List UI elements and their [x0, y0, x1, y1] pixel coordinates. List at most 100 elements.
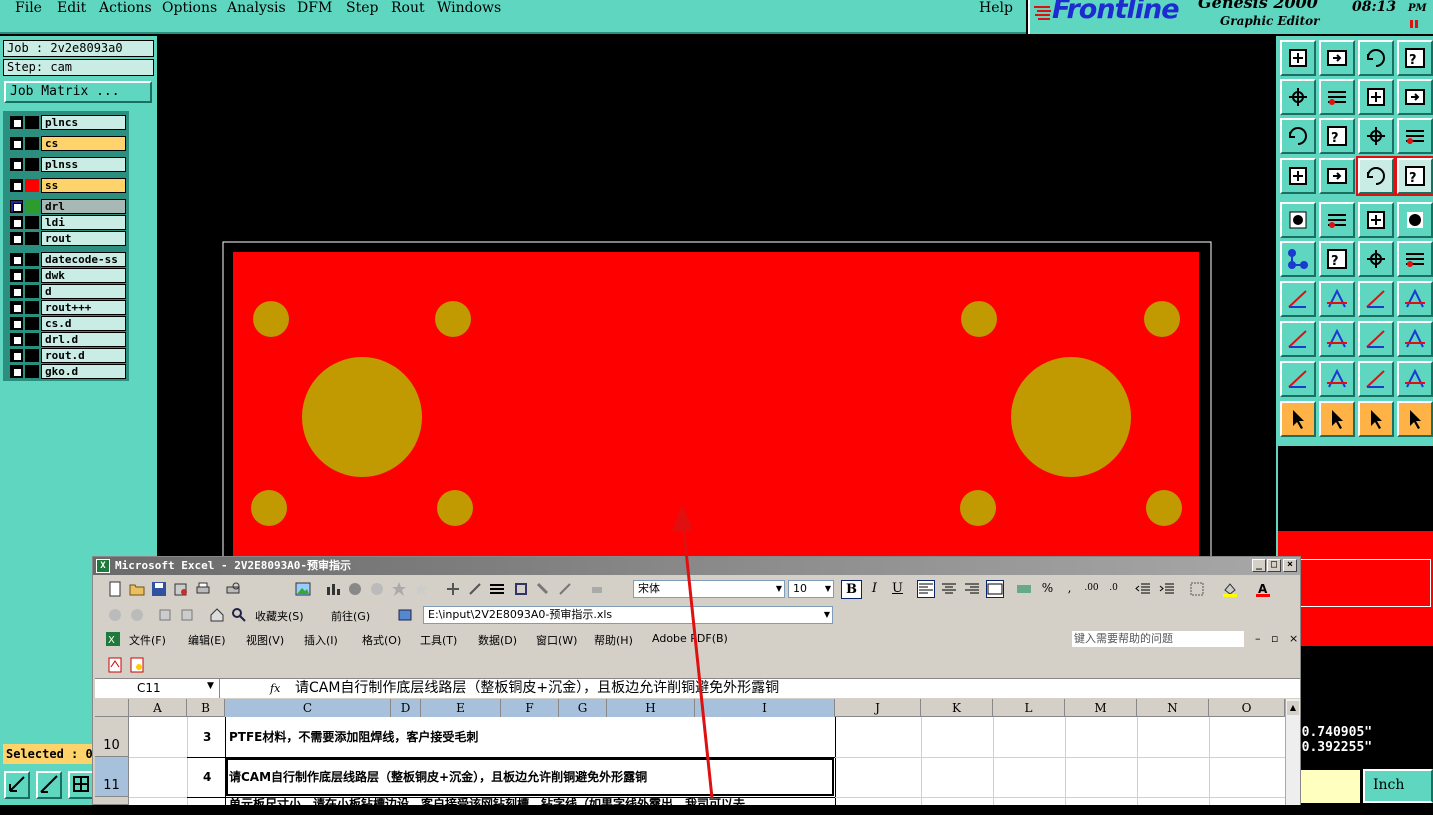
- comma-button[interactable]: ,: [1059, 580, 1080, 599]
- favorites-menu[interactable]: 收藏夹(S): [255, 608, 304, 624]
- increase-decimal-button[interactable]: .00: [1081, 580, 1102, 599]
- move-two-button[interactable]: [1280, 321, 1316, 357]
- crosshair-icon[interactable]: [445, 581, 461, 597]
- layer-plnss[interactable]: plnss: [8, 157, 126, 172]
- layer-checkbox[interactable]: [10, 158, 23, 171]
- grid-button[interactable]: [1319, 158, 1355, 194]
- xl-menu-format[interactable]: 格式(O): [362, 632, 401, 648]
- burst-icon[interactable]: [413, 581, 429, 597]
- layer-checkbox[interactable]: [10, 333, 23, 346]
- select-pad-button[interactable]: [1280, 202, 1316, 238]
- restore-button[interactable]: □: [1267, 559, 1281, 572]
- align-center-icon[interactable]: [941, 581, 957, 597]
- resize-icon[interactable]: [513, 581, 529, 597]
- col-header-e[interactable]: E: [421, 699, 501, 717]
- pencil-icon[interactable]: [557, 581, 573, 597]
- save-icon[interactable]: [151, 581, 167, 597]
- align-right-icon[interactable]: [964, 581, 980, 597]
- decrease-decimal-button[interactable]: .0: [1103, 580, 1124, 599]
- pointer-net-button[interactable]: [1397, 401, 1433, 437]
- ruler-button[interactable]: [1358, 202, 1394, 238]
- doc-minimize-button[interactable]: –: [1255, 632, 1261, 645]
- tri-line-button[interactable]: [1397, 361, 1433, 397]
- pdf-mail-icon[interactable]: [129, 657, 145, 673]
- layer-drl[interactable]: drl: [8, 199, 126, 214]
- minimize-button[interactable]: _: [1252, 559, 1266, 572]
- col-header-i[interactable]: I: [695, 699, 835, 717]
- grid-tool-button[interactable]: [68, 771, 94, 799]
- name-box[interactable]: C11: [95, 679, 220, 698]
- fit-all-button[interactable]: ?: [1319, 118, 1355, 154]
- row-header-10[interactable]: 10: [95, 717, 129, 757]
- address-field[interactable]: E:\input\2V2E8093A0-预审指示.xls ▼: [423, 606, 833, 624]
- net-blue-button[interactable]: [1280, 241, 1316, 277]
- cell-c12[interactable]: 单元板尺寸小，请在小板钻槽边设，客户接受该网钻刻槽，钻字线（如果字线外露出，我司…: [229, 795, 833, 805]
- layer-checkbox[interactable]: [10, 253, 23, 266]
- properties-button[interactable]: [1280, 158, 1316, 194]
- doc-close-button[interactable]: ×: [1289, 632, 1298, 645]
- scale-one-two-button[interactable]: [1358, 118, 1394, 154]
- layer-checkbox[interactable]: [10, 285, 23, 298]
- print-preview-icon[interactable]: [225, 581, 241, 597]
- resize-button[interactable]: [1358, 321, 1394, 357]
- cell-c10[interactable]: PTFE材料，不需要添加阻焊线，客户接受毛刺: [229, 727, 478, 747]
- menu-windows[interactable]: Windows: [437, 0, 501, 16]
- fill-color-icon[interactable]: [1222, 581, 1238, 597]
- line-red-button[interactable]: [1280, 281, 1316, 317]
- menu-analysis[interactable]: Analysis: [227, 0, 286, 16]
- pointer-button[interactable]: [1280, 401, 1316, 437]
- layer-checkbox[interactable]: [10, 116, 23, 129]
- borders-icon[interactable]: [1189, 581, 1205, 597]
- mirror-button[interactable]: [1397, 281, 1433, 317]
- new-file-icon[interactable]: [107, 581, 123, 597]
- layer-checkbox[interactable]: [10, 216, 23, 229]
- layer-rout-[interactable]: rout+++: [8, 300, 126, 315]
- layer-checkbox[interactable]: [10, 349, 23, 362]
- menu-file[interactable]: File: [15, 0, 42, 16]
- forward-icon[interactable]: [129, 607, 145, 623]
- font-name-select[interactable]: 宋体 ▼: [633, 580, 785, 598]
- job-matrix-button[interactable]: Job Matrix ...: [4, 81, 152, 103]
- layer-dwk[interactable]: dwk: [8, 268, 126, 283]
- layer-checkbox[interactable]: [10, 232, 23, 245]
- shape-icon[interactable]: [369, 581, 385, 597]
- chart-icon[interactable]: [325, 581, 341, 597]
- pan-left-button[interactable]: [1280, 79, 1316, 115]
- menu-options[interactable]: Options: [162, 0, 217, 16]
- layer-cs-d[interactable]: cs.d: [8, 316, 126, 331]
- layer-checkbox[interactable]: [10, 317, 23, 330]
- layer-d[interactable]: d: [8, 284, 126, 299]
- xl-menu-edit[interactable]: 编辑(E): [188, 632, 226, 648]
- draw-icon[interactable]: [347, 581, 363, 597]
- open-folder-icon[interactable]: [129, 581, 145, 597]
- currency-icon[interactable]: [1016, 581, 1032, 597]
- name-box-dropdown-icon[interactable]: ▼: [207, 681, 214, 691]
- select-all-corner[interactable]: [95, 699, 129, 717]
- close-button[interactable]: ×: [1283, 559, 1297, 572]
- stretch-button[interactable]: [1397, 321, 1433, 357]
- align-left-icon[interactable]: [917, 580, 935, 598]
- help-search-input[interactable]: 键入需要帮助的问题: [1072, 631, 1244, 647]
- cell-b11[interactable]: 4: [203, 767, 211, 787]
- col-header-a[interactable]: A: [129, 699, 187, 717]
- permission-icon[interactable]: [173, 581, 189, 597]
- back-icon[interactable]: [107, 607, 123, 623]
- snap-button[interactable]: [1397, 79, 1433, 115]
- tri-up-button[interactable]: [1319, 361, 1355, 397]
- undo-redo-button[interactable]: [1358, 79, 1394, 115]
- tri-blue-button[interactable]: [1358, 361, 1394, 397]
- layer-checkbox[interactable]: [10, 200, 23, 213]
- layer-checkbox[interactable]: [10, 269, 23, 282]
- layer-rout-d[interactable]: rout.d: [8, 348, 126, 363]
- pointer-box-button[interactable]: [1319, 401, 1355, 437]
- draw-line-button[interactable]: [1319, 321, 1355, 357]
- underline-button[interactable]: U: [887, 580, 908, 599]
- layer-checkbox[interactable]: [10, 365, 23, 378]
- connect-red-button[interactable]: [1356, 156, 1396, 196]
- format-painter-icon[interactable]: [535, 581, 551, 597]
- layer-datecode-ss[interactable]: datecode-ss: [8, 252, 126, 267]
- layer-ldi[interactable]: ldi: [8, 215, 126, 230]
- col-header-m[interactable]: M: [1065, 699, 1137, 717]
- merge-center-icon[interactable]: [986, 580, 1004, 598]
- layer-cs[interactable]: cs: [8, 136, 126, 151]
